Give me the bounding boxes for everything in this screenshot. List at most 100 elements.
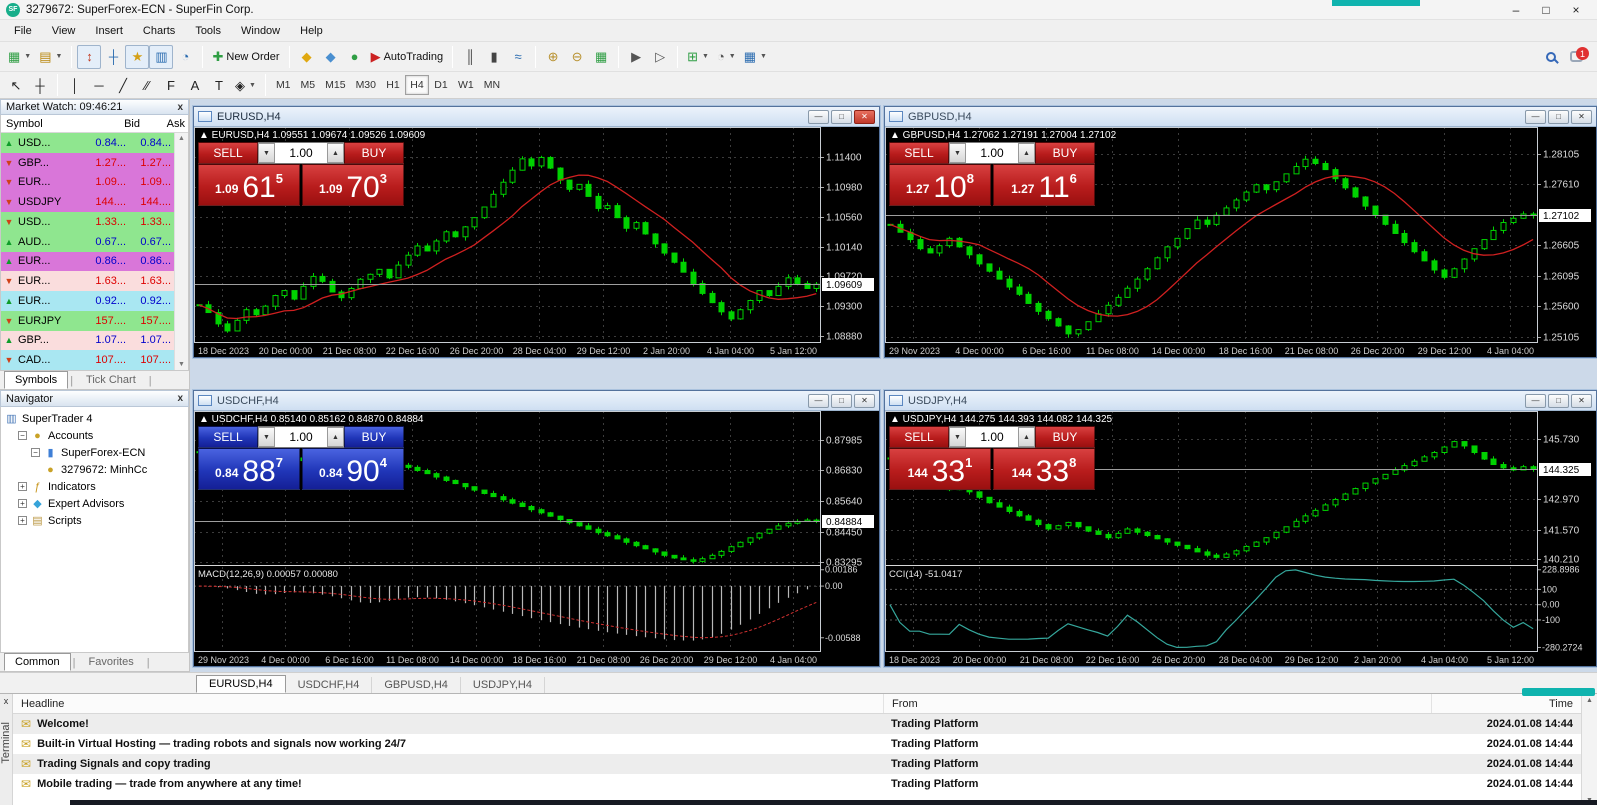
- line-chart-mode-button[interactable]: ≈: [506, 45, 530, 69]
- market-watch-row[interactable]: ▲ EUR... 0.92... 0.92...: [1, 291, 174, 311]
- sell-price[interactable]: 1.27 10 8: [889, 164, 991, 206]
- chart-close-button[interactable]: ✕: [854, 109, 875, 124]
- text-button[interactable]: A: [183, 73, 207, 97]
- buy-button[interactable]: BUY: [344, 426, 404, 448]
- chart-minimize-button[interactable]: —: [808, 393, 829, 408]
- menu-view[interactable]: View: [42, 22, 86, 40]
- tree-item-superforex-ecn[interactable]: − ▮ SuperForex-ECN: [1, 444, 188, 461]
- tree-item-expert-advisors[interactable]: + ◆ Expert Advisors: [1, 495, 188, 512]
- menu-help[interactable]: Help: [290, 22, 333, 40]
- terminal-scrollbar[interactable]: ▲▼: [1581, 694, 1597, 805]
- crosshair-button[interactable]: ┼: [28, 73, 52, 97]
- minimize-button[interactable]: –: [1501, 3, 1531, 17]
- volume-up-button[interactable]: ▲: [327, 427, 344, 447]
- chart-window-titlebar[interactable]: USDJPY,H4 — □ ✕: [885, 391, 1596, 411]
- volume-down-button[interactable]: ▼: [258, 427, 275, 447]
- menu-charts[interactable]: Charts: [133, 22, 185, 40]
- expand-icon[interactable]: +: [18, 482, 27, 491]
- timeframe-m1[interactable]: M1: [271, 75, 296, 95]
- buy-button[interactable]: BUY: [1035, 142, 1095, 164]
- trendline-button[interactable]: ╱: [111, 73, 135, 97]
- volume-up-button[interactable]: ▲: [1018, 143, 1035, 163]
- market-watch-row[interactable]: ▼ EUR... 1.09... 1.09...: [1, 172, 174, 193]
- market-watch-row[interactable]: ▲ EUR... 0.86... 0.86...: [1, 251, 174, 272]
- collapse-icon[interactable]: −: [18, 431, 27, 440]
- terminal-button[interactable]: ▥: [149, 44, 174, 69]
- candlestick-mode-button[interactable]: ▮: [482, 45, 506, 69]
- tree-item-3279672-minhcc[interactable]: ● 3279672: MinhCc: [1, 461, 188, 478]
- menu-file[interactable]: File: [4, 22, 42, 40]
- market-watch-row[interactable]: ▲ AUD... 0.67... 0.67...: [1, 231, 174, 252]
- chart-tab-usdchf-h4[interactable]: USDCHF,H4: [286, 677, 373, 693]
- auto-scroll-button[interactable]: ▶: [624, 45, 648, 69]
- sell-button[interactable]: SELL: [198, 142, 258, 164]
- mailbox-row[interactable]: ✉ Mobile trading — trade from anywhere at…: [13, 774, 1581, 794]
- volume-down-button[interactable]: ▼: [949, 427, 966, 447]
- chart-canvas-area[interactable]: 29 Nov 2023 4 Dec 00:00 6 Dec 16:00 11 Dec …: [885, 127, 1596, 357]
- collapse-icon[interactable]: −: [31, 448, 40, 457]
- chart-close-button[interactable]: ✕: [1571, 109, 1592, 124]
- search-icon[interactable]: [1546, 51, 1556, 62]
- bar-chart-mode-button[interactable]: ║: [458, 45, 482, 69]
- chart-restore-button[interactable]: □: [1548, 109, 1569, 124]
- cursor-button[interactable]: ↖: [4, 73, 28, 97]
- sell-button[interactable]: SELL: [889, 426, 949, 448]
- timeframe-h4[interactable]: H4: [405, 75, 429, 95]
- timeframe-h1[interactable]: H1: [381, 75, 405, 95]
- menu-insert[interactable]: Insert: [85, 22, 133, 40]
- chart-canvas-area[interactable]: 18 Dec 2023 20 Dec 00:00 21 Dec 08:00 22 De…: [885, 411, 1596, 666]
- strategy-tester-button[interactable]: ◔: [173, 45, 197, 69]
- sell-price[interactable]: 144 33 1: [889, 448, 991, 490]
- tree-item-indicators[interactable]: + ƒ Indicators: [1, 478, 188, 495]
- buy-price[interactable]: 1.27 11 6: [993, 164, 1095, 206]
- volume-up-button[interactable]: ▲: [1018, 427, 1035, 447]
- mailbox-row[interactable]: ✉ Built-in Virtual Hosting — trading robo…: [13, 734, 1581, 754]
- new-order-button[interactable]: ✚ New Order: [208, 45, 283, 69]
- chart-shift-button[interactable]: ▷: [648, 45, 672, 69]
- data-window-button[interactable]: ┼: [101, 45, 125, 69]
- tab-tick-chart[interactable]: Tick Chart: [75, 371, 147, 389]
- market-watch-button[interactable]: ↕: [77, 44, 102, 69]
- chart-window-titlebar[interactable]: EURUSD,H4 — □ ✕: [194, 107, 879, 127]
- sell-price[interactable]: 1.09 61 5: [198, 164, 300, 206]
- close-button[interactable]: ×: [1561, 3, 1591, 17]
- text-label-button[interactable]: T: [207, 73, 231, 97]
- buy-price[interactable]: 1.09 70 3: [302, 164, 404, 206]
- horizontal-line-button[interactable]: ─: [87, 73, 111, 97]
- tab-symbols[interactable]: Symbols: [4, 371, 69, 389]
- chart-minimize-button[interactable]: —: [1525, 109, 1546, 124]
- tile-windows-button[interactable]: ▦: [589, 45, 613, 69]
- chart-tab-gbpusd-h4[interactable]: GBPUSD,H4: [372, 677, 461, 693]
- arrows-tool-button[interactable]: ◈ ▼: [231, 73, 260, 97]
- zoom-out-button[interactable]: ⊖: [565, 45, 589, 69]
- timeframe-d1[interactable]: D1: [429, 75, 453, 95]
- navigator-close-icon[interactable]: x: [177, 393, 183, 404]
- fibonacci-button[interactable]: F: [159, 73, 183, 97]
- timeframe-mn[interactable]: MN: [479, 75, 505, 95]
- market-watch-scrollbar[interactable]: ▲ ▼: [174, 133, 188, 370]
- profiles-button[interactable]: ▤ ▼: [35, 45, 66, 69]
- chart-window-titlebar[interactable]: USDCHF,H4 — □ ✕: [194, 391, 879, 411]
- templates-button[interactable]: ▦ ▼: [740, 45, 771, 69]
- mailbox-row[interactable]: ✉ Welcome! Trading Platform 2024.01.08 14:4…: [13, 714, 1581, 734]
- terminal-close-icon[interactable]: x: [4, 694, 9, 708]
- volume-up-button[interactable]: ▲: [327, 143, 344, 163]
- tree-item-supertrader-4[interactable]: ▥ SuperTrader 4: [1, 410, 188, 427]
- vertical-line-button[interactable]: │: [63, 73, 87, 97]
- expand-icon[interactable]: +: [18, 516, 27, 525]
- chart-restore-button[interactable]: □: [831, 109, 852, 124]
- market-watch-row[interactable]: ▲ GBP... 1.07... 1.07...: [1, 330, 174, 351]
- tab-favorites[interactable]: Favorites: [77, 653, 144, 671]
- chart-minimize-button[interactable]: —: [808, 109, 829, 124]
- buy-button[interactable]: BUY: [1035, 426, 1095, 448]
- chart-close-button[interactable]: ✕: [854, 393, 875, 408]
- tab-common[interactable]: Common: [4, 653, 71, 671]
- timeframe-m15[interactable]: M15: [320, 75, 350, 95]
- market-watch-row[interactable]: ▼ EURJPY 157.... 157....: [1, 310, 174, 331]
- market-watch-row[interactable]: ▼ EUR... 1.63... 1.63...: [1, 271, 174, 291]
- buy-price[interactable]: 144 33 8: [993, 448, 1095, 490]
- menu-tools[interactable]: Tools: [185, 22, 231, 40]
- maximize-button[interactable]: □: [1531, 3, 1561, 17]
- timeframe-w1[interactable]: W1: [453, 75, 479, 95]
- notifications-icon[interactable]: 1: [1570, 47, 1589, 62]
